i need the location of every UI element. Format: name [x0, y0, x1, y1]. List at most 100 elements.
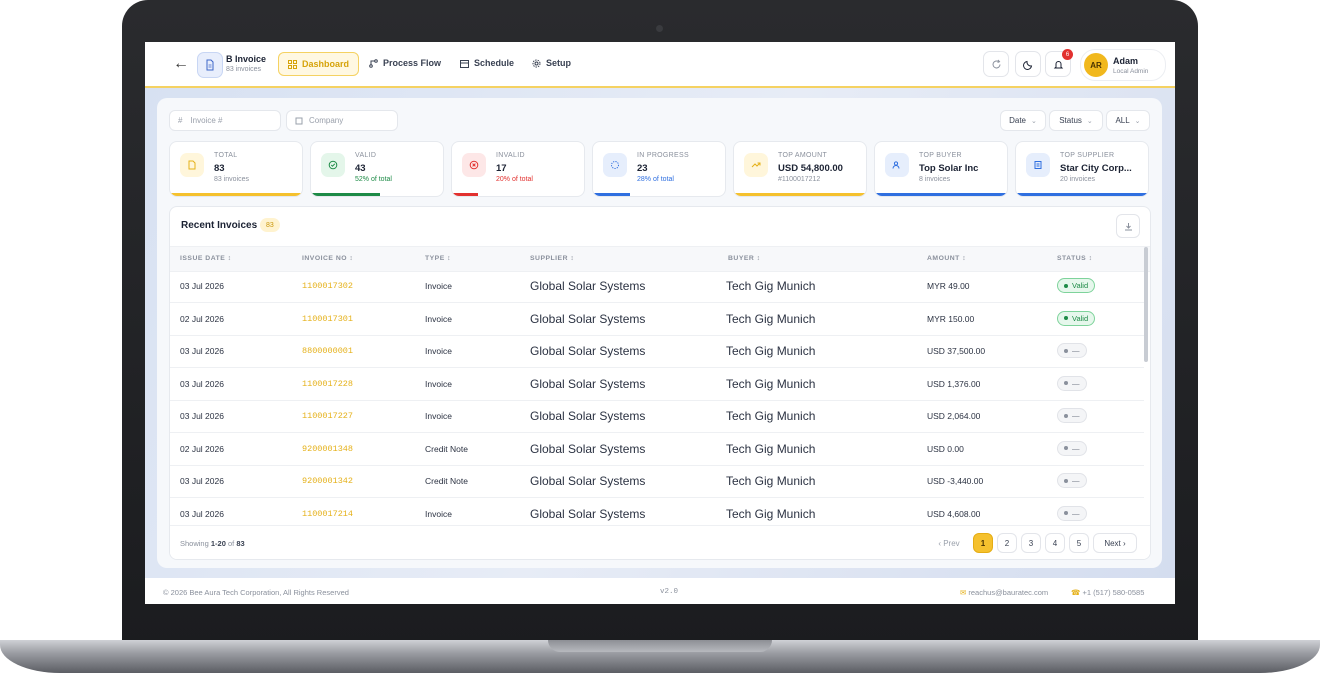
card-value: 23 — [637, 163, 648, 174]
card-sub: #1100017212 — [778, 176, 821, 183]
buyer-cell: Tech Gig Munich — [726, 376, 816, 391]
card-progress-bar — [593, 193, 630, 196]
next-page-button[interactable]: Next › — [1093, 533, 1137, 553]
column-header-buyer[interactable]: BUYER ↕ — [728, 255, 761, 262]
column-header-invoice-no[interactable]: INVOICE NO ↕ — [302, 255, 353, 262]
nav-schedule[interactable]: Schedule — [451, 52, 523, 74]
table-row[interactable]: 03 Jul 2026 1100017227 Invoice Global Solar… — [170, 400, 1144, 433]
grid-icon — [288, 59, 297, 69]
back-arrow-icon[interactable]: ← — [173, 55, 189, 73]
invoice-no-link[interactable]: 8800000001 — [302, 346, 353, 356]
invalid-card[interactable]: INVALID 17 20% of total — [451, 141, 585, 197]
dark-mode-button[interactable] — [1015, 51, 1041, 77]
card-progress-bar — [170, 193, 302, 196]
nav-setup-label: Setup — [546, 58, 572, 68]
file-icon — [180, 153, 204, 177]
table-row[interactable]: 02 Jul 2026 1100017301 Invoice Global Solar… — [170, 303, 1144, 336]
status-dropdown-label: Status — [1059, 116, 1082, 125]
prev-page-button[interactable]: ‹ Prev — [927, 533, 971, 553]
page-5-button[interactable]: 5 — [1069, 533, 1089, 553]
invoice-no-link[interactable]: 1100017214 — [302, 509, 353, 519]
status-badge: — — [1057, 343, 1087, 358]
table-scrollbar[interactable] — [1144, 247, 1148, 362]
invoice-no-link[interactable]: 1100017302 — [302, 281, 353, 291]
refresh-button[interactable] — [983, 51, 1009, 77]
invoice-no-link[interactable]: 1100017301 — [302, 314, 353, 324]
main-area: # Invoice # Company Date ⌄ Status ⌄ ALL ⌄ T… — [145, 88, 1175, 578]
company-search-input[interactable]: Company — [286, 110, 398, 131]
invoice-search-input[interactable]: # Invoice # — [169, 110, 281, 131]
column-header-issue-date[interactable]: ISSUE DATE ↕ — [180, 255, 232, 262]
table-row[interactable]: 03 Jul 2026 8800000001 Invoice Global Solar… — [170, 335, 1144, 368]
invoice-no-link[interactable]: 9200001342 — [302, 476, 353, 486]
table-row[interactable]: 03 Jul 2026 1100017302 Invoice Global Solar… — [170, 270, 1144, 303]
amount-cell: USD 2,064.00 — [927, 411, 981, 421]
status-dropdown[interactable]: Status ⌄ — [1049, 110, 1103, 131]
user-name: Adam — [1113, 56, 1139, 66]
supplier-cell: Global Solar Systems — [530, 474, 646, 488]
issue-date-cell: 02 Jul 2026 — [180, 313, 224, 324]
notifications-button[interactable]: 6 — [1045, 49, 1073, 77]
page-1-button[interactable]: 1 — [973, 533, 993, 553]
top-buyer-card[interactable]: TOP BUYER Top Solar Inc 8 invoices — [874, 141, 1008, 197]
card-value: 83 — [214, 163, 225, 174]
type-cell: Invoice — [425, 313, 452, 324]
table-row[interactable]: 03 Jul 2026 1100017228 Invoice Global Solar… — [170, 368, 1144, 401]
laptop-notch — [548, 640, 772, 652]
top-amount-card[interactable]: TOP AMOUNT USD 54,800.00 #1100017212 — [733, 141, 867, 197]
card-progress-bar — [1016, 193, 1148, 196]
column-header-amount[interactable]: AMOUNT ↕ — [927, 255, 966, 262]
amount-cell: USD 1,376.00 — [927, 378, 981, 389]
chevron-down-icon: ⌄ — [1134, 117, 1141, 125]
status-badge: — — [1057, 440, 1087, 456]
page-2-button[interactable]: 2 — [997, 533, 1017, 553]
amount-cell: USD 0.00 — [927, 443, 964, 454]
column-header-type[interactable]: TYPE ↕ — [425, 255, 451, 262]
company-search-placeholder: Company — [309, 116, 344, 125]
date-dropdown[interactable]: Date ⌄ — [1000, 110, 1046, 131]
supplier-cell: Global Solar Systems — [530, 506, 646, 521]
total-card[interactable]: TOTAL 83 83 invoices — [169, 141, 303, 197]
nav-process-flow[interactable]: Process Flow — [360, 52, 450, 74]
refresh-icon — [992, 59, 1000, 68]
table-row[interactable]: 02 Jul 2026 9200001348 Credit Note Global S… — [170, 433, 1144, 466]
status-badge: Valid — [1057, 278, 1096, 293]
notification-badge: 6 — [1062, 49, 1073, 60]
date-dropdown-label: Date — [1009, 116, 1027, 125]
gear-icon — [532, 59, 541, 67]
download-button[interactable] — [1116, 214, 1140, 238]
invoice-no-link[interactable]: 9200001348 — [302, 444, 353, 454]
type-cell: Credit Note — [425, 443, 468, 454]
amount-cell: MYR 150.00 — [927, 313, 975, 324]
table-row[interactable]: 03 Jul 2026 9200001342 Credit Note Global S… — [170, 465, 1144, 498]
status-text: — — [1072, 443, 1080, 453]
phone-link[interactable]: ☎ +1 (517) 580-0585 — [1071, 588, 1144, 597]
invoice-no-link[interactable]: 1100017227 — [302, 411, 353, 421]
status-dot-icon — [1064, 446, 1068, 450]
table-footer: Showing 1-20 of 83 ‹ Prev 1 2 3 4 5 Next… — [170, 525, 1150, 559]
user-menu[interactable]: AR Adam Local Admin — [1080, 49, 1166, 81]
page-4-button[interactable]: 4 — [1045, 533, 1065, 553]
nav-dashboard[interactable]: Dashboard — [278, 52, 360, 76]
type-cell: Invoice — [425, 346, 452, 356]
buyer-cell: Tech Gig Munich — [726, 311, 816, 326]
valid-card[interactable]: VALID 43 52% of total — [310, 141, 444, 197]
top-supplier-card[interactable]: TOP SUPPLIER Star City Corp... 20 invoic… — [1015, 141, 1149, 197]
card-label: INVALID — [496, 152, 525, 159]
page-3-button[interactable]: 3 — [1021, 533, 1041, 553]
email-link[interactable]: ✉ reachus@bauratec.com — [960, 588, 1048, 597]
avatar: AR — [1084, 53, 1108, 77]
status-text: — — [1072, 508, 1080, 518]
status-dot-icon — [1064, 413, 1068, 418]
nav-setup[interactable]: Setup — [523, 52, 580, 74]
column-header-status[interactable]: STATUS ↕ — [1057, 255, 1092, 262]
in-progress-card[interactable]: IN PROGRESS 23 28% of total — [592, 141, 726, 197]
card-sub: 83 invoices — [214, 176, 250, 183]
supplier-cell: Global Solar Systems — [530, 376, 646, 391]
card-value: 17 — [496, 163, 507, 174]
all-dropdown[interactable]: ALL ⌄ — [1106, 110, 1150, 131]
card-value: 43 — [355, 163, 366, 174]
invoice-no-link[interactable]: 1100017228 — [302, 379, 353, 389]
dashboard-panel: # Invoice # Company Date ⌄ Status ⌄ ALL ⌄ T… — [157, 98, 1162, 568]
column-header-supplier[interactable]: SUPPLIER ↕ — [530, 255, 574, 262]
